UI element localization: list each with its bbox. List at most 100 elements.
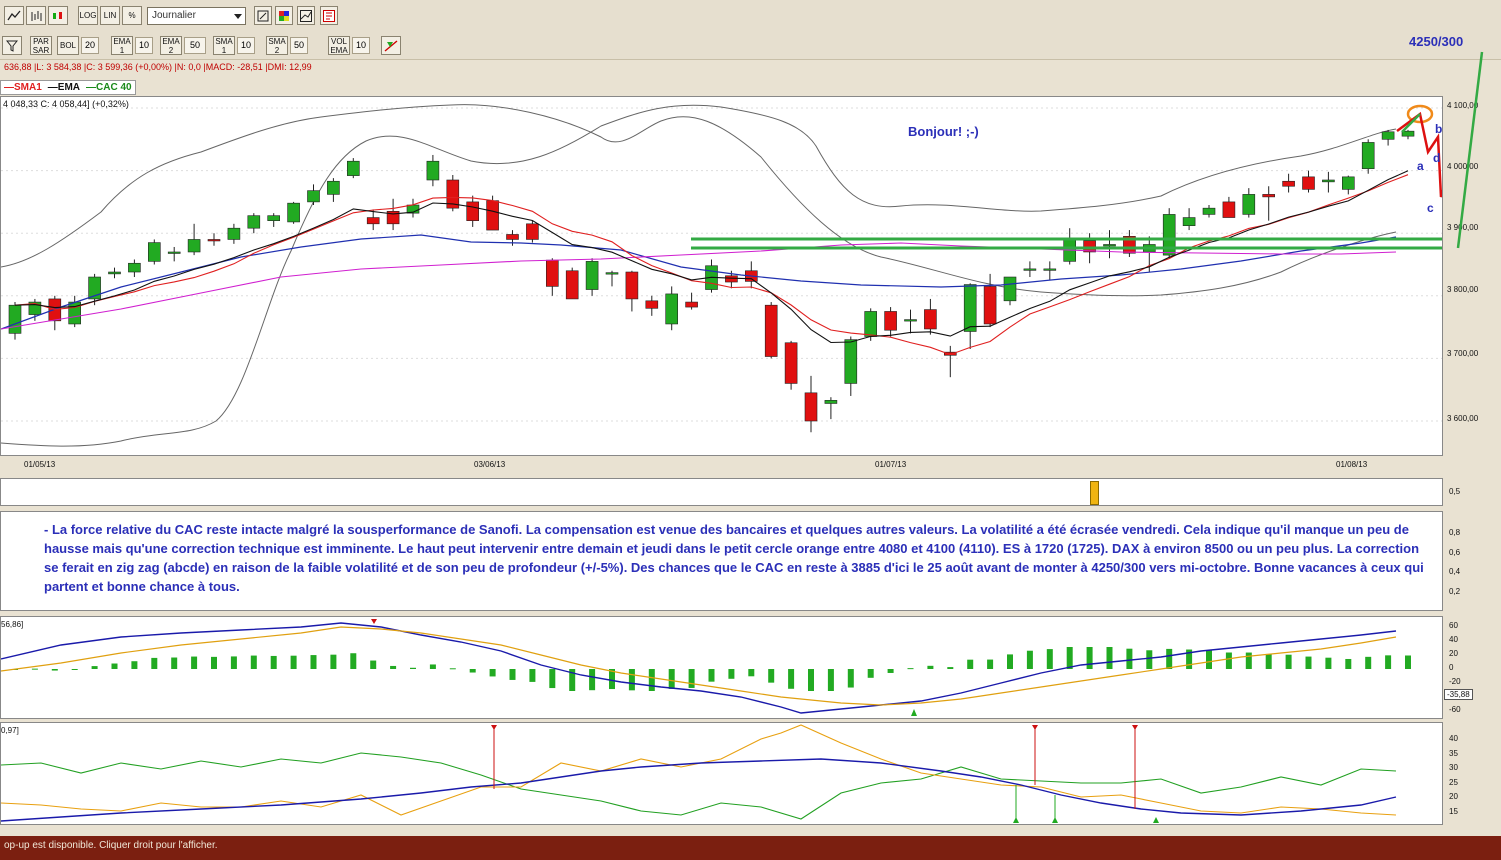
candle-bullish [1202,207,1216,215]
candlestick-icon [53,11,62,19]
funnel-icon [6,40,18,52]
volema-period[interactable]: 10 [352,37,370,54]
zoom-button[interactable] [254,6,272,25]
buy-signal-marker [1052,817,1058,823]
macd-histogram-bar [270,655,277,669]
candle-bullish [227,227,241,240]
log-button[interactable]: LOG [78,6,98,25]
macd-tick: 60 [1449,621,1458,630]
percent-button[interactable]: % [122,6,142,25]
macd-current-value: -35,88 [1444,689,1473,700]
macd-histogram-bar [31,668,38,670]
candle-bullish [1322,179,1335,183]
candle-bullish [108,271,121,275]
macd-histogram-bar [1365,656,1372,669]
candle-bullish [824,400,838,404]
sma2-button[interactable]: SMA 2 [266,36,288,55]
news-button[interactable] [320,6,338,25]
sell-signal-marker [371,619,377,624]
macd-tick: 40 [1449,635,1458,644]
macd-histogram-bar [867,669,874,678]
price-tick: 3 600,00 [1447,414,1479,423]
draw-button[interactable] [297,6,315,25]
dmi-panel[interactable]: 0,97] [0,722,1443,825]
bollinger-button[interactable]: BOL [57,36,79,55]
macd-histogram-bar [1007,654,1013,669]
ema1-button[interactable]: EMA 1 [111,36,133,55]
macd-histogram-bar [111,663,118,669]
macd-histogram-bar [71,669,78,670]
price-panel[interactable]: Bonjour! ;-) a b c d e 4 048,33 C: 4 058… [0,96,1443,456]
macd-histogram-bar [469,669,476,673]
buy-signal-marker [1013,817,1019,823]
candle-bullish [1103,244,1116,247]
macd-tick: -60 [1449,705,1461,714]
sma1-button[interactable]: SMA 1 [213,36,235,55]
candle-bearish [625,271,639,300]
dmi-tick: 15 [1449,807,1458,816]
colors-button[interactable] [275,6,293,25]
toolbar-indicators: PAR SAR BOL 20 EMA 1 10 EMA 2 50 SMA 1 1… [0,32,1501,60]
candle-bearish [804,392,818,422]
period-select[interactable]: Journalier [147,7,246,25]
sma2-period[interactable]: 50 [290,37,308,54]
ema2-period[interactable]: 50 [184,37,206,54]
bar-chart-button[interactable] [26,6,46,25]
candle-bullish [1043,268,1057,271]
sell-signal-marker [491,725,497,730]
candle-bearish [486,200,499,231]
candle-bearish [1262,194,1275,198]
macd-histogram-bar [648,669,655,691]
candle-bullish [1242,194,1256,215]
bonjour-annotation: Bonjour! ;-) [908,124,979,139]
signals-button[interactable] [381,36,401,55]
info-bar: 636,88 |L: 3 584,38 |C: 3 599,36 (+0,00%… [4,62,312,72]
sell-signal-marker [1132,725,1138,730]
candle-bullish [1003,276,1017,302]
macd-histogram-bar [827,669,834,691]
parsar-button[interactable]: PAR SAR [30,36,52,55]
candle-bullish [904,319,917,322]
ohlc-readout: 4 048,33 C: 4 058,44] (+0,32%) [3,99,129,109]
macd-histogram-bar [131,661,138,669]
macd-histogram-bar [1385,655,1392,669]
macd-histogram-bar [808,669,814,691]
ema2-button[interactable]: EMA 2 [160,36,182,55]
volema-button[interactable]: VOL EMA [328,36,350,55]
buy-signal-marker [1153,817,1159,823]
macd-histogram-bar [449,668,456,670]
ema1-period[interactable]: 10 [135,37,153,54]
macd-histogram-bar [927,665,934,669]
candle-bearish [884,311,897,331]
macd-histogram-bar [549,669,556,689]
legend-cac: —CAC 40 [86,82,132,93]
adx-line [1,758,1397,822]
candle-bearish [764,304,778,357]
macd-histogram-bar [290,655,297,669]
candle-bearish [565,270,579,300]
filter-button[interactable] [2,36,22,55]
date-tick: 01/07/13 [875,460,907,469]
wave-c-label: c [1427,201,1434,215]
price-tick: 3 800,00 [1447,285,1479,294]
dmi-tick: 35 [1449,749,1458,758]
macd-histogram-bar [768,669,775,683]
macd-histogram-bar [1146,650,1153,669]
line-chart-button[interactable] [4,6,24,25]
candle-chart-button[interactable] [48,6,68,25]
macd-histogram-bar [847,669,854,688]
macd-histogram-bar [1225,652,1232,669]
palette-icon [279,10,289,21]
lin-button[interactable]: LIN [100,6,120,25]
osc-tick: 0,4 [1449,567,1461,576]
dmi-tick: 20 [1449,792,1458,801]
candle-bearish [983,286,997,325]
macd-histogram-bar [230,656,237,669]
sma1-period[interactable]: 10 [237,37,255,54]
candle-bullish [1381,131,1395,140]
wave-d-label: d [1433,151,1440,165]
bollinger-period[interactable]: 20 [81,37,99,54]
candle-bullish [167,251,181,254]
volume-panel[interactable] [0,478,1443,506]
macd-panel[interactable]: 56,86] [0,616,1443,719]
